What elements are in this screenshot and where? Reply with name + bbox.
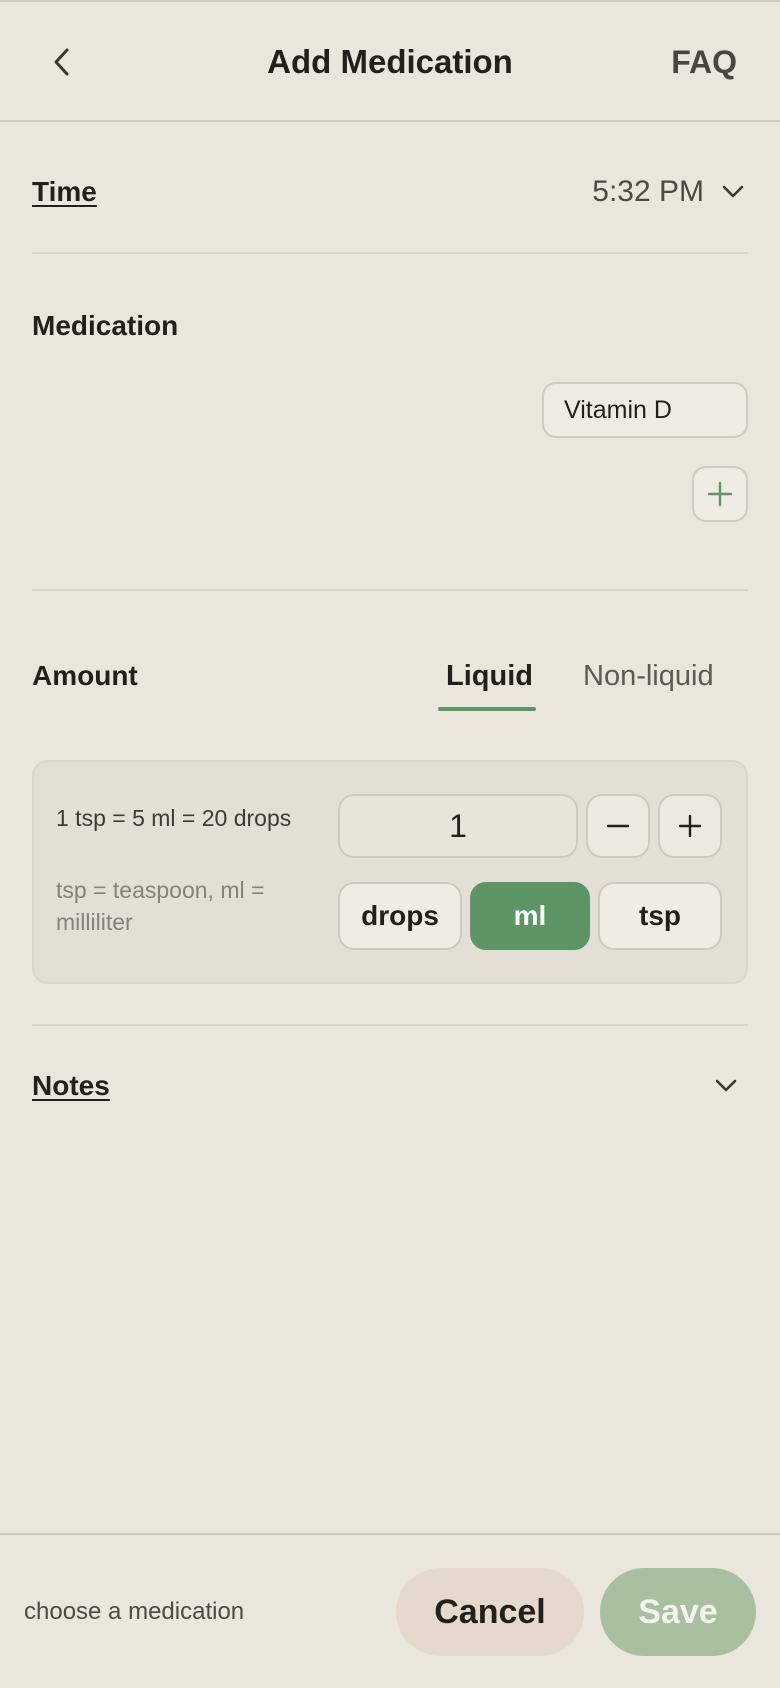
plus-icon <box>678 814 702 838</box>
notes-toggle[interactable] <box>712 1072 740 1100</box>
footer-hint: choose a medication <box>24 1598 245 1625</box>
increment-button[interactable] <box>658 794 722 858</box>
amount-label: Amount <box>32 660 138 691</box>
page-title: Add Medication <box>267 43 513 80</box>
unit-drops-button[interactable]: drops <box>338 882 462 950</box>
tab-liquid[interactable]: Liquid <box>446 656 533 696</box>
quantity-input[interactable]: 1 <box>338 794 578 858</box>
unit-ml-button[interactable]: ml <box>470 882 590 950</box>
faq-link[interactable]: FAQ <box>671 40 737 84</box>
save-button[interactable]: Save <box>600 1568 756 1656</box>
time-picker[interactable]: 5:32 PM <box>592 170 744 214</box>
plus-icon <box>707 481 733 507</box>
footer-divider <box>0 1533 780 1535</box>
divider <box>32 589 748 591</box>
medication-label: Medication <box>32 310 179 341</box>
time-value: 5:32 PM <box>592 175 704 208</box>
unit-tsp-button[interactable]: tsp <box>598 882 722 950</box>
divider <box>32 252 748 254</box>
add-medication-button[interactable] <box>692 466 748 522</box>
active-tab-indicator <box>438 707 536 711</box>
conversion-legend: tsp = teaspoon, ml = milliliter <box>56 877 265 935</box>
chevron-down-icon <box>715 1079 737 1092</box>
time-label[interactable]: Time <box>32 172 97 212</box>
chevron-down-icon <box>722 185 744 198</box>
minus-icon <box>606 824 630 828</box>
tab-non-liquid[interactable]: Non-liquid <box>583 656 714 696</box>
notes-label[interactable]: Notes <box>32 1066 110 1106</box>
decrement-button[interactable] <box>586 794 650 858</box>
conversion-text: 1 tsp = 5 ml = 20 drops <box>56 805 292 831</box>
medication-chip[interactable]: Vitamin D <box>542 382 748 438</box>
header: Add Medication FAQ <box>0 2 780 122</box>
cancel-button[interactable]: Cancel <box>396 1568 584 1656</box>
divider <box>32 1024 748 1026</box>
